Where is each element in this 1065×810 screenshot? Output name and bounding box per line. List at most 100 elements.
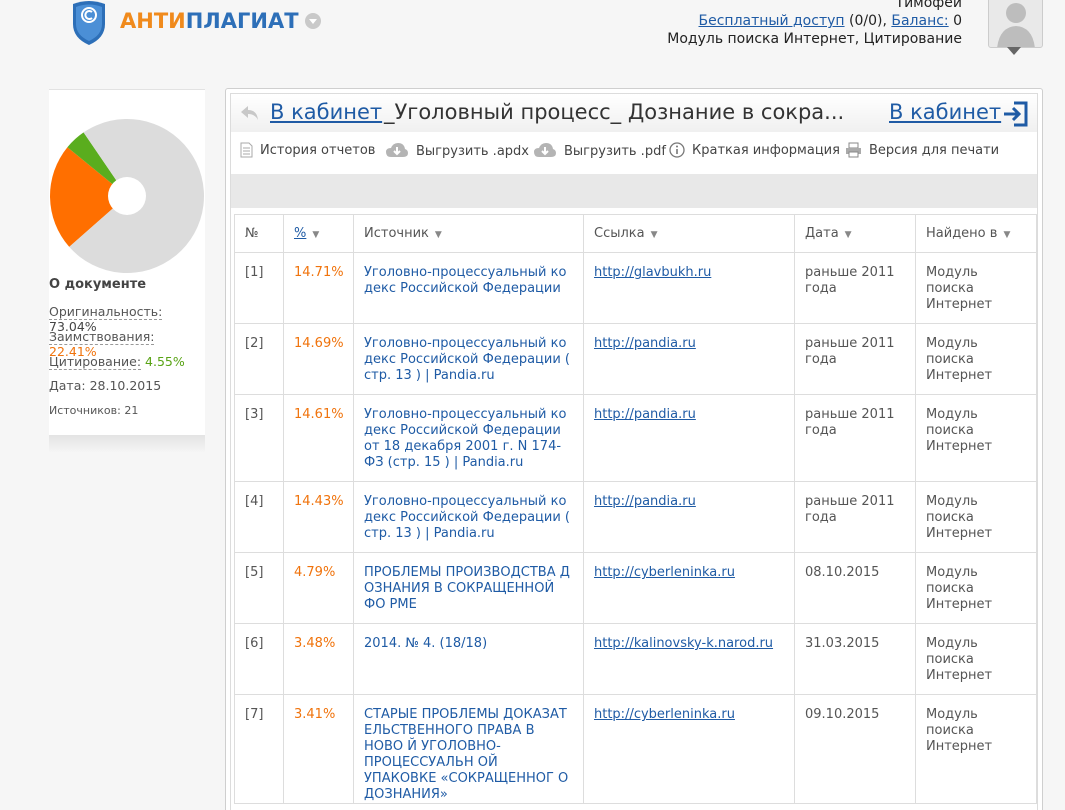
table-row[interactable]: [5] 4.79% ПРОБЛЕМЫ ПРОИЗВОДСТВА Д ОЗНАНИ… bbox=[234, 552, 1037, 624]
export-apdx-button[interactable]: Выгрузить .apdx bbox=[385, 142, 529, 160]
citation-value: 4.55% bbox=[145, 354, 185, 369]
row-link[interactable]: http://glavbukh.ru bbox=[594, 265, 711, 280]
sort-caret-icon[interactable]: ▼ bbox=[651, 230, 658, 240]
table-row[interactable]: [2] 14.69% Уголовно-процессуальный ко де… bbox=[234, 323, 1037, 395]
row-source[interactable]: СТАРЫЕ ПРОБЛЕМЫ ДОКАЗАТ ЕЛЬСТВЕННОГО ПРА… bbox=[353, 694, 584, 804]
row-num: [4] bbox=[234, 481, 284, 553]
row-link[interactable]: http://cyberleninka.ru bbox=[594, 707, 735, 722]
free-access-link[interactable]: Бесплатный доступ bbox=[699, 13, 845, 29]
table-row[interactable]: [7] 3.41% СТАРЫЕ ПРОБЛЕМЫ ДОКАЗАТ ЕЛЬСТВ… bbox=[234, 694, 1037, 804]
free-access-count: (0/0), bbox=[844, 13, 892, 29]
citation-label: Цитирование: bbox=[49, 354, 142, 370]
brief-info-label: Краткая информация bbox=[692, 142, 840, 158]
logo-dropdown-icon[interactable] bbox=[304, 13, 321, 29]
col-header-percent[interactable]: % ▼ bbox=[283, 214, 354, 253]
col-header-link[interactable]: Ссылка ▼ bbox=[583, 214, 795, 253]
col-header-found[interactable]: Найдено в ▼ bbox=[915, 214, 1037, 253]
row-found: Модуль поиска Интернет bbox=[915, 323, 1037, 395]
row-num: [5] bbox=[234, 552, 284, 624]
row-percent: 3.41% bbox=[283, 694, 354, 804]
sort-down-icon[interactable]: ▼ bbox=[312, 230, 319, 240]
row-num: [3] bbox=[234, 394, 284, 482]
row-percent: 14.69% bbox=[283, 323, 354, 395]
row-source[interactable]: Уголовно-процессуальный ко декс Российск… bbox=[353, 252, 584, 324]
cabinet-link-left[interactable]: В кабинет bbox=[270, 100, 382, 124]
found-header-label: Найдено в bbox=[926, 226, 998, 241]
table-row[interactable]: [6] 3.48% 2014. № 4. (18/18) http://kali… bbox=[234, 623, 1037, 695]
document-title: _Уголовный процесс_ Дознание в сокра... bbox=[384, 100, 845, 124]
balance-link[interactable]: Баланс: bbox=[891, 13, 948, 29]
table-row[interactable]: [1] 14.71% Уголовно-процессуальный ко де… bbox=[234, 252, 1037, 324]
brief-info-button[interactable]: Краткая информация bbox=[669, 142, 840, 158]
col-header-source[interactable]: Источник ▼ bbox=[353, 214, 584, 253]
exit-to-cabinet-icon[interactable] bbox=[1001, 100, 1029, 128]
logo-part-plagiat: ПЛАГИАТ bbox=[185, 9, 299, 33]
row-date: 31.03.2015 bbox=[794, 623, 916, 695]
toolbar-separator-strip bbox=[231, 174, 1037, 208]
sort-caret-icon[interactable]: ▼ bbox=[435, 230, 442, 240]
percent-sort-label[interactable]: % bbox=[294, 226, 306, 241]
logo-part-anti: АНТИ bbox=[120, 9, 186, 33]
report-panel: В кабинет _Уголовный процесс_ Дознание в… bbox=[225, 88, 1043, 810]
document-icon bbox=[240, 142, 253, 158]
row-link[interactable]: http://cyberleninka.ru bbox=[594, 565, 735, 580]
export-pdf-label: Выгрузить .pdf bbox=[564, 143, 666, 159]
user-silhouette-icon bbox=[997, 3, 1035, 47]
col-header-date[interactable]: Дата ▼ bbox=[794, 214, 916, 253]
sources-row: Источников: 21 bbox=[49, 404, 138, 417]
back-arrow-icon[interactable] bbox=[239, 104, 261, 122]
balance-value: 0 bbox=[948, 13, 962, 29]
row-date: раньше 2011 года bbox=[794, 323, 916, 395]
row-link-cell: http://pandia.ru bbox=[583, 323, 795, 395]
logo[interactable]: АНТИПЛАГИАТ bbox=[70, 0, 321, 46]
date-header-label: Дата bbox=[805, 226, 839, 241]
cabinet-link-right[interactable]: В кабинет bbox=[889, 100, 1001, 124]
row-percent: 14.71% bbox=[283, 252, 354, 324]
report-toolbar: История отчетов Выгрузить .apdx Выгрузит… bbox=[231, 138, 1037, 164]
report-inner: В кабинет _Уголовный процесс_ Дознание в… bbox=[230, 93, 1038, 810]
citation-row: Цитирование: 4.55% bbox=[49, 354, 185, 370]
row-percent: 3.48% bbox=[283, 623, 354, 695]
row-date: 09.10.2015 bbox=[794, 694, 916, 804]
row-link-cell: http://glavbukh.ru bbox=[583, 252, 795, 324]
row-link[interactable]: http://kalinovsky-k.narod.ru bbox=[594, 636, 773, 651]
cloud-download-icon bbox=[534, 143, 556, 157]
row-link[interactable]: http://pandia.ru bbox=[594, 407, 696, 422]
table-row[interactable]: [4] 14.43% Уголовно-процессуальный ко де… bbox=[234, 481, 1037, 553]
row-source[interactable]: Уголовно-процессуальный ко декс Российск… bbox=[353, 394, 584, 482]
history-label: История отчетов bbox=[260, 142, 376, 158]
print-version-label: Версия для печати bbox=[869, 142, 1000, 158]
row-found: Модуль поиска Интернет bbox=[915, 481, 1037, 553]
table-row[interactable]: [3] 14.61% Уголовно-процессуальный ко де… bbox=[234, 394, 1037, 482]
row-link-cell: http://pandia.ru bbox=[583, 394, 795, 482]
shield-logo-icon bbox=[73, 1, 105, 45]
row-found: Модуль поиска Интернет bbox=[915, 552, 1037, 624]
sources-table: № % ▼ Источник ▼ Ссылка ▼ Дата ▼ Найдено в ▼ … bbox=[234, 214, 1037, 804]
export-pdf-button[interactable]: Выгрузить .pdf bbox=[533, 142, 666, 160]
printer-icon bbox=[846, 142, 861, 158]
link-header-label: Ссылка bbox=[594, 226, 645, 241]
row-link[interactable]: http://pandia.ru bbox=[594, 336, 696, 351]
sort-caret-icon[interactable]: ▼ bbox=[845, 230, 852, 240]
row-source[interactable]: Уголовно-процессуальный ко декс Российск… bbox=[353, 323, 584, 395]
row-num: [2] bbox=[234, 323, 284, 395]
table-header-row: № % ▼ Источник ▼ Ссылка ▼ Дата ▼ Найдено в ▼ bbox=[234, 214, 1037, 253]
report-title-bar: В кабинет _Уголовный процесс_ Дознание в… bbox=[231, 94, 1037, 132]
row-source[interactable]: Уголовно-процессуальный ко декс Российск… bbox=[353, 481, 584, 553]
sort-caret-icon[interactable]: ▼ bbox=[1003, 230, 1010, 240]
row-source[interactable]: 2014. № 4. (18/18) bbox=[353, 623, 584, 695]
avatar[interactable] bbox=[988, 0, 1043, 48]
print-version-button[interactable]: Версия для печати bbox=[845, 142, 999, 158]
document-sidebar: О документе Оригинальность: 73.04% Заимс… bbox=[49, 89, 205, 453]
row-date: раньше 2011 года bbox=[794, 481, 916, 553]
user-menu-caret-icon[interactable] bbox=[1007, 47, 1021, 55]
row-link-cell: http://cyberleninka.ru bbox=[583, 694, 795, 804]
sidebar-bottom-shade bbox=[49, 435, 205, 453]
row-num: [1] bbox=[234, 252, 284, 324]
history-button[interactable]: История отчетов bbox=[240, 142, 375, 158]
row-date: раньше 2011 года bbox=[794, 252, 916, 324]
row-link[interactable]: http://pandia.ru bbox=[594, 494, 696, 509]
row-source[interactable]: ПРОБЛЕМЫ ПРОИЗВОДСТВА Д ОЗНАНИЯ В СОКРАЩ… bbox=[353, 552, 584, 624]
row-percent: 4.79% bbox=[283, 552, 354, 624]
row-found: Модуль поиска Интернет bbox=[915, 623, 1037, 695]
